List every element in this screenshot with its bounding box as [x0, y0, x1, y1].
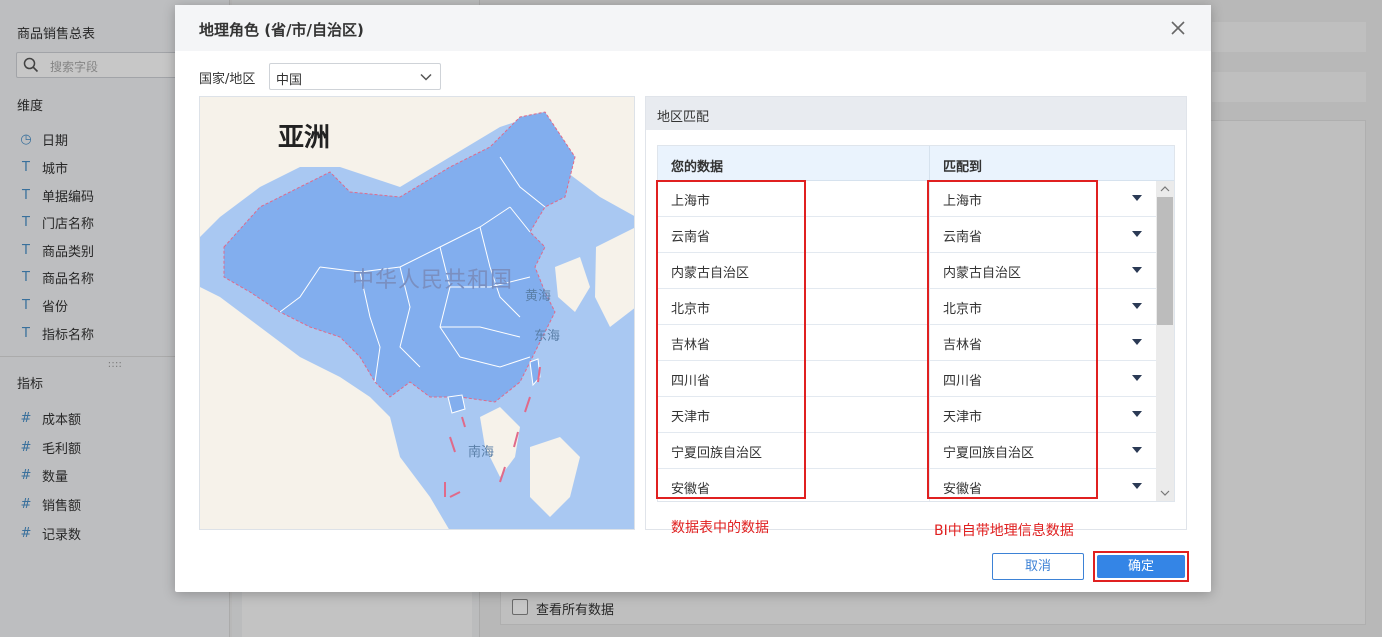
region-match-header: 地区匹配: [646, 97, 1186, 130]
match-dropdown-arrow[interactable]: [1132, 447, 1142, 453]
match-dropdown-arrow[interactable]: [1132, 267, 1142, 273]
table-header: 您的数据 匹配到: [658, 146, 1174, 181]
scroll-thumb[interactable]: [1157, 197, 1173, 325]
chevron-down-icon: [420, 73, 432, 81]
scroll-up-icon[interactable]: [1156, 181, 1174, 197]
neighbor-land-japan: [595, 228, 634, 327]
china-map[interactable]: 亚洲 中华人民共和国 黄海 东海 南海: [199, 96, 635, 530]
annotation-box-right: [927, 180, 1098, 499]
map-sea-label: 黄海: [525, 289, 552, 304]
match-dropdown-arrow[interactable]: [1132, 231, 1142, 237]
match-dropdown-arrow[interactable]: [1132, 375, 1142, 381]
col-header-matched: 匹配到: [943, 160, 983, 175]
country-value: 中国: [276, 73, 303, 88]
map-sea-label: 南海: [468, 445, 495, 460]
dialog-header: 地理角色 (省/市/自治区): [175, 5, 1211, 51]
map-continent-label: 亚洲: [278, 123, 331, 153]
annotation-label-left: 数据表中的数据: [671, 520, 769, 536]
country-label: 国家/地区: [199, 72, 256, 87]
match-dropdown-arrow[interactable]: [1132, 339, 1142, 345]
map-country-label: 中华人民共和国: [352, 268, 514, 293]
scroll-down-icon[interactable]: [1156, 485, 1174, 501]
geo-role-dialog: 地理角色 (省/市/自治区) 国家/地区 中国 亚洲 中华人民共和国 黄海 东海…: [175, 5, 1211, 592]
match-dropdown-arrow[interactable]: [1132, 411, 1142, 417]
cancel-button[interactable]: 取消: [992, 553, 1084, 580]
map-canvas: [200, 97, 634, 529]
map-sea-label: 东海: [534, 329, 561, 344]
annotation-label-right: BI中自带地理信息数据: [934, 523, 1074, 539]
region-match-title: 地区匹配: [657, 110, 710, 125]
neighbor-land-philippines: [530, 437, 580, 517]
match-dropdown-arrow[interactable]: [1132, 303, 1142, 309]
country-select[interactable]: 中国: [269, 63, 441, 90]
match-dropdown-arrow[interactable]: [1132, 483, 1142, 489]
confirm-button[interactable]: 确定: [1097, 555, 1185, 578]
annotation-box-left: [656, 180, 806, 499]
table-scrollbar[interactable]: [1156, 181, 1174, 501]
column-separator: [929, 146, 930, 181]
neighbor-land-korea: [555, 257, 590, 312]
hainan-island: [447, 394, 466, 414]
confirm-button-highlight: 确定: [1093, 551, 1189, 582]
col-header-your-data: 您的数据: [671, 160, 724, 175]
dialog-title: 地理角色 (省/市/自治区): [199, 21, 364, 39]
close-icon[interactable]: [1169, 19, 1187, 37]
match-dropdown-arrow[interactable]: [1132, 195, 1142, 201]
